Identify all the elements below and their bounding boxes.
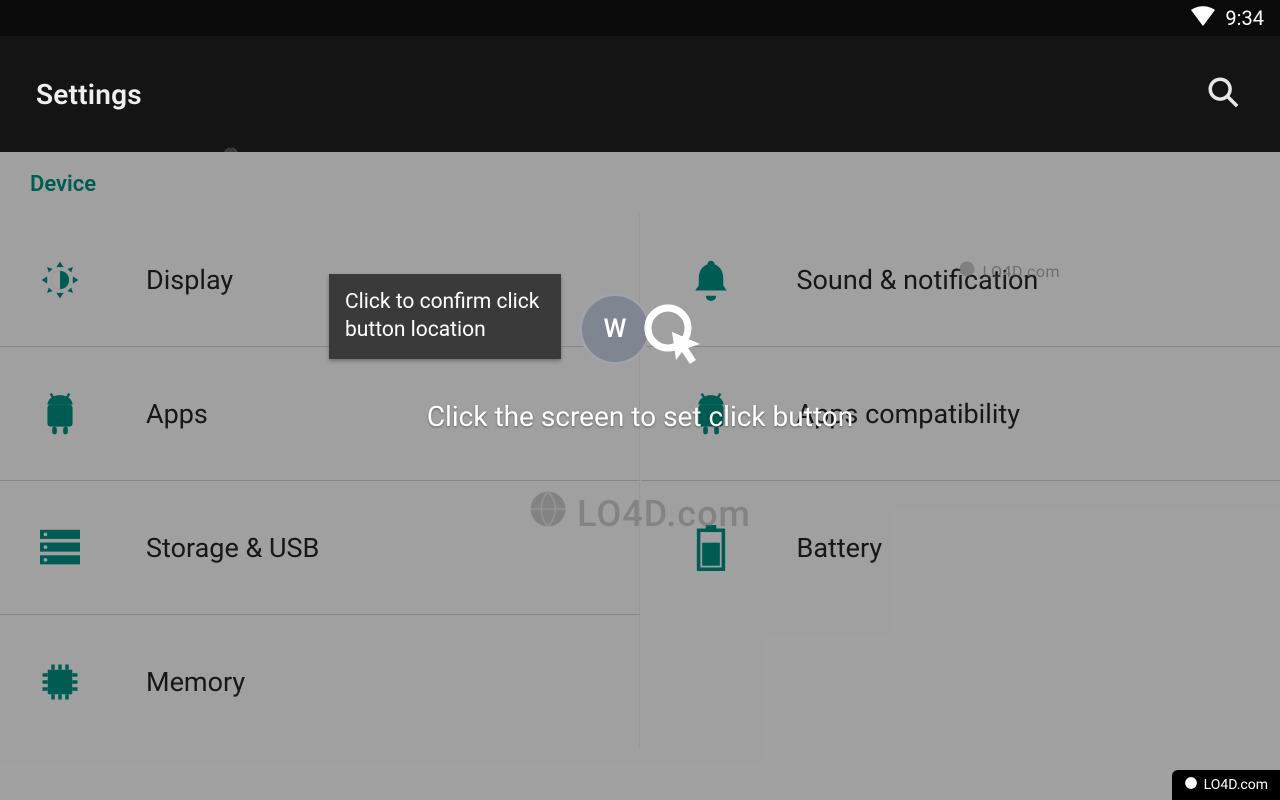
click-cursor-icon xyxy=(640,300,710,374)
settings-item-empty xyxy=(641,615,1280,749)
watermark-small-2: LO4D.com xyxy=(958,260,1060,282)
content-area[interactable]: Device Display Apps xyxy=(0,152,1280,800)
settings-label: Storage & USB xyxy=(146,532,319,564)
memory-icon xyxy=(32,654,88,710)
watermark-badge: LO4D.com xyxy=(1172,770,1280,800)
avatar-letter: W xyxy=(604,314,627,344)
globe-icon xyxy=(1184,776,1198,794)
wifi-icon xyxy=(1191,6,1225,31)
section-heading-device: Device xyxy=(0,152,1280,213)
page-title: Settings xyxy=(36,78,142,111)
settings-label: Memory xyxy=(146,666,245,698)
settings-column-right: Sound & notification Apps compatibility … xyxy=(641,213,1280,749)
globe-icon xyxy=(529,490,567,537)
android-icon xyxy=(32,386,88,442)
overlay-instruction: Click the screen to set click button xyxy=(427,400,853,433)
status-bar: 9:34 xyxy=(0,0,1280,36)
watermark-center: LO4D.com xyxy=(529,490,751,537)
brightness-icon xyxy=(32,252,88,308)
settings-label: Apps xyxy=(146,398,208,430)
screen: 9:34 Settings LO4D.com Device xyxy=(0,0,1280,800)
settings-label: Battery xyxy=(797,532,883,564)
storage-icon xyxy=(32,520,88,576)
settings-label: Display xyxy=(146,264,233,296)
settings-grid: Display Apps Storage & USB xyxy=(0,213,1280,749)
settings-item-memory[interactable]: Memory xyxy=(0,615,640,749)
app-bar: Settings LO4D.com xyxy=(0,36,1280,152)
search-button[interactable] xyxy=(1206,75,1240,113)
click-tooltip: Click to confirm click button location xyxy=(329,274,561,359)
globe-icon xyxy=(958,260,976,282)
status-time: 9:34 xyxy=(1225,6,1264,30)
